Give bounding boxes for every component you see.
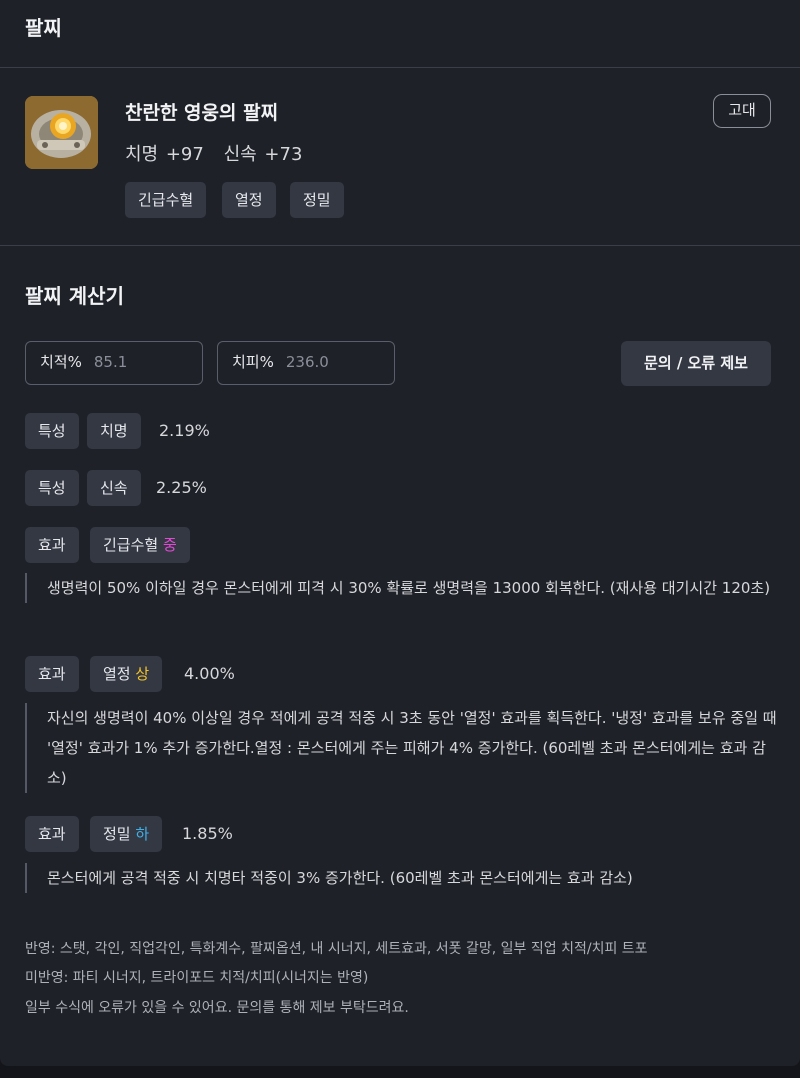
effect-chip: 정밀 [290,182,344,218]
crit-rate-field[interactable]: 치적% 85.1 [25,341,203,385]
stat-swiftness: 신속 +73 [223,144,303,165]
report-button[interactable]: 문의 / 오류 제보 [621,341,771,386]
row-type-tag: 효과 [25,527,79,563]
row-type-tag: 특성 [25,470,79,506]
row-type-tag: 효과 [25,656,79,692]
divider [0,245,800,246]
effect-name: 열정 [103,665,131,683]
bracelet-panel: 팔찌 찬란한 영웅의 팔찌 치명 +97 신속 +73 고대 긴급수혈 열정 정… [0,0,800,1066]
crit-rate-label: 치적% [40,353,82,371]
effect-description: 자신의 생명력이 40% 이상일 경우 적에게 공격 적중 시 3초 동안 '열… [25,703,785,793]
not-applied-note: 미반영: 파티 시너지, 트라이포드 치적/치피(시너지는 반영) [25,970,369,986]
effect-name: 정밀 [103,825,131,843]
row-type-tag: 효과 [25,816,79,852]
crit-damage-field[interactable]: 치피% 236.0 [217,341,395,385]
row-name-tag: 정밀 하 [90,816,163,852]
row-type-tag: 특성 [25,413,79,449]
page-title: 팔찌 [25,16,62,40]
item-name: 찬란한 영웅의 팔찌 [125,102,279,124]
crit-rate-placeholder: 85.1 [93,353,128,371]
row-name-tag: 열정 상 [90,656,163,692]
row-name-tag: 긴급수혈 중 [90,527,190,563]
effect-description: 생명력이 50% 이하일 경우 몬스터에게 피격 시 30% 확률로 생명력을 … [25,573,785,603]
effect-grade: 하 [135,825,150,843]
applied-note: 반영: 스탯, 각인, 직업각인, 특화계수, 팔찌옵션, 내 시너지, 세트효… [25,941,648,957]
effect-name: 긴급수혈 [103,536,159,554]
stat-crit: 치명 +97 [125,144,204,165]
row-name-tag: 신속 [87,470,141,506]
effect-chip: 열정 [222,182,276,218]
row-value: 1.85% [182,824,233,843]
crit-damage-label: 치피% [232,353,274,371]
bracelet-icon [25,96,98,169]
divider [0,67,800,68]
row-name-tag: 치명 [87,413,141,449]
effect-chip: 긴급수혈 [125,182,207,218]
calculator-title: 팔찌 계산기 [25,284,124,308]
effect-grade: 상 [135,665,150,683]
crit-damage-placeholder: 236.0 [285,353,329,371]
row-value: 4.00% [184,664,235,683]
item-stats: 치명 +97 신속 +73 [125,140,314,166]
effect-grade: 중 [162,536,177,554]
effect-description: 몬스터에게 공격 적중 시 치명타 적중이 3% 증가한다. (60레벨 초과 … [25,863,785,893]
grade-badge: 고대 [713,94,771,128]
row-value: 2.25% [156,478,207,497]
notice-note: 일부 수식에 오류가 있을 수 있어요. 문의를 통해 제보 부탁드려요. [25,1000,409,1016]
row-value: 2.19% [159,421,210,440]
